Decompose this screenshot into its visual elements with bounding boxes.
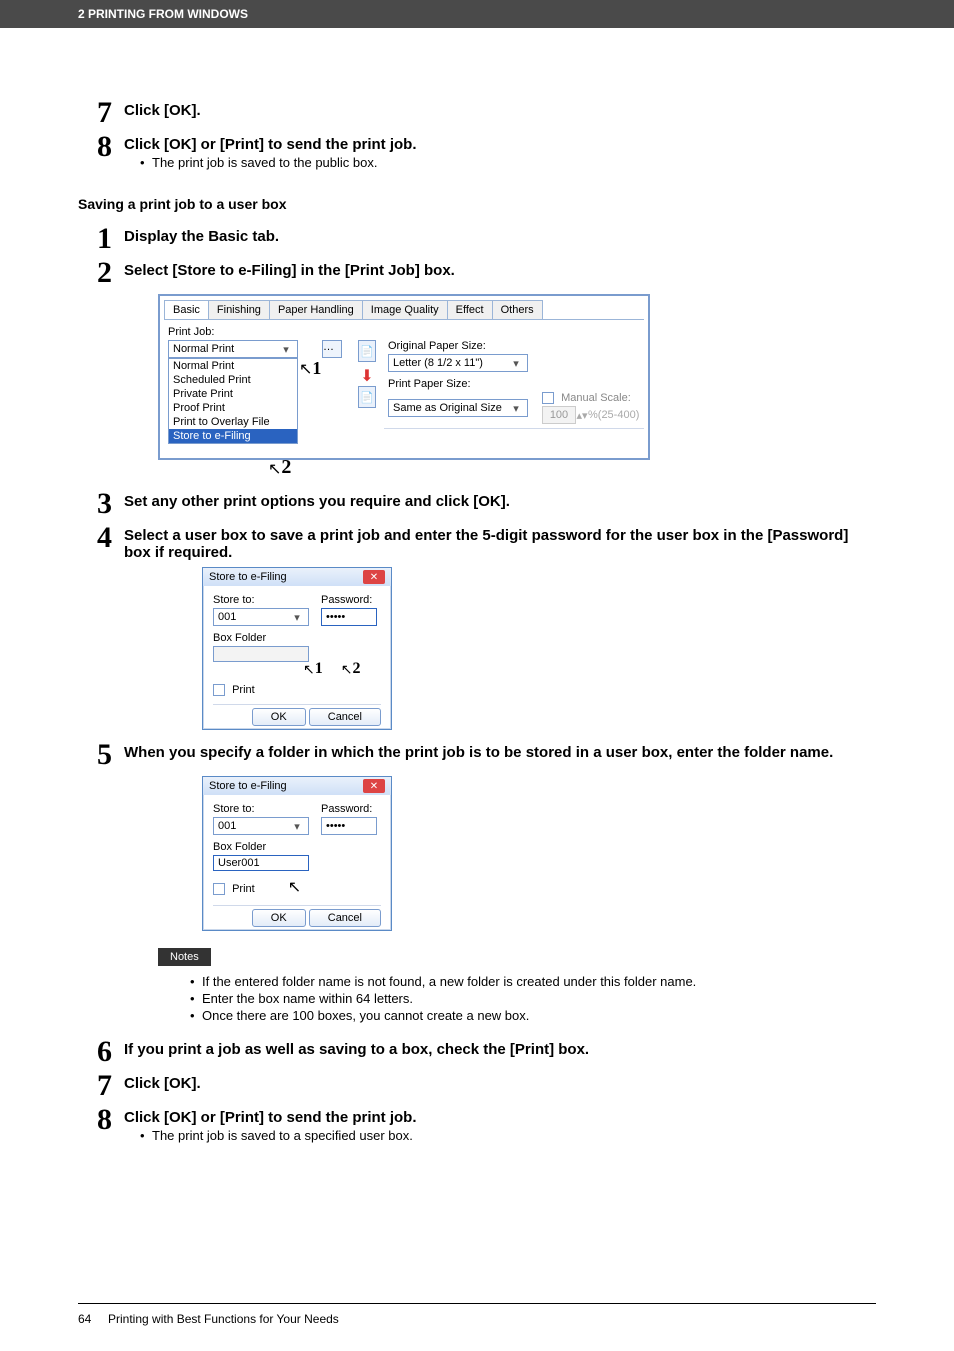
print-paper-size-label: Print Paper Size:	[388, 378, 640, 390]
chevron-down-icon: ▾	[279, 343, 293, 356]
callout-cursor-1: ↖1	[299, 358, 321, 379]
option-proof-print[interactable]: Proof Print	[169, 401, 297, 415]
step-number: 8	[78, 132, 112, 162]
callout-cursor-2: ↖2	[341, 660, 361, 678]
callout-cursor-2: ↖2	[268, 456, 876, 479]
box-folder-label: Box Folder	[213, 632, 381, 644]
chevron-down-icon: ▾	[509, 357, 523, 370]
note-item: •Enter the box name within 64 letters.	[190, 991, 876, 1006]
orientation-landscape-icon: 📄	[358, 386, 376, 408]
cancel-button[interactable]: Cancel	[309, 708, 381, 726]
step-title: When you specify a folder in which the p…	[124, 744, 876, 761]
print-job-combo[interactable]: Normal Print ▾	[168, 340, 298, 358]
password-input[interactable]: •••••	[321, 817, 377, 835]
step-title: Click [OK].	[124, 102, 876, 119]
print-checkbox-label: Print	[232, 684, 255, 696]
password-label: Password:	[321, 594, 381, 606]
page-footer: 64 Printing with Best Functions for Your…	[78, 1303, 876, 1326]
manual-scale-spinner[interactable]: 100	[542, 406, 576, 424]
step-number: 1	[78, 224, 112, 254]
notes-label: Notes	[158, 948, 211, 966]
tab-others[interactable]: Others	[492, 300, 543, 319]
tabs-row: Basic Finishing Paper Handling Image Qua…	[164, 300, 644, 320]
dialog-title: Store to e-Filing	[209, 780, 287, 792]
step-number: 6	[78, 1037, 112, 1067]
box-folder-input[interactable]: User001	[213, 855, 309, 871]
print-checkbox[interactable]	[213, 684, 225, 696]
step-number: 7	[78, 98, 112, 128]
step-title: Select [Store to e-Filing] in the [Print…	[124, 262, 876, 279]
section-heading: Saving a print job to a user box	[78, 196, 876, 212]
step-title: Set any other print options you require …	[124, 493, 876, 510]
tab-paper-handling[interactable]: Paper Handling	[269, 300, 363, 319]
store-efiling-dialog-step4: Store to e-Filing ✕ Store to: 001 ▾	[202, 567, 876, 730]
option-store-to-efiling[interactable]: Store to e-Filing	[169, 429, 297, 443]
option-normal-print[interactable]: Normal Print	[169, 359, 297, 373]
chevron-down-icon: ▾	[509, 402, 523, 415]
chapter-header: 2 PRINTING FROM WINDOWS	[0, 0, 954, 28]
original-paper-size-label: Original Paper Size:	[388, 340, 640, 352]
cancel-button[interactable]: Cancel	[309, 909, 381, 927]
print-paper-size-combo[interactable]: Same as Original Size ▾	[388, 399, 528, 417]
close-icon[interactable]: ✕	[363, 779, 385, 793]
step-number: 7	[78, 1071, 112, 1101]
step-number: 4	[78, 523, 112, 553]
chevron-down-icon: ▾	[290, 820, 304, 833]
tab-effect[interactable]: Effect	[447, 300, 493, 319]
callout-cursor-1: ↖1	[303, 660, 323, 678]
tab-finishing[interactable]: Finishing	[208, 300, 270, 319]
step-bullet: • The print job is saved to the public b…	[140, 155, 876, 170]
option-private-print[interactable]: Private Print	[169, 387, 297, 401]
dialog-title: Store to e-Filing	[209, 571, 287, 583]
step-title: Click [OK] or [Print] to send the print …	[124, 1109, 876, 1126]
step-title: Click [OK].	[124, 1075, 876, 1092]
step-title: Click [OK] or [Print] to send the print …	[124, 136, 876, 153]
step-bullet: • The print job is saved to a specified …	[140, 1128, 876, 1143]
chevron-down-icon: ▾	[290, 611, 304, 624]
store-efiling-dialog-step5: Store to e-Filing ✕ Store to: 001 ▾	[202, 776, 876, 931]
step-number: 8	[78, 1105, 112, 1135]
manual-scale-checkbox[interactable]	[542, 392, 554, 404]
password-label: Password:	[321, 803, 381, 815]
original-paper-size-combo[interactable]: Letter (8 1/2 x 11") ▾	[388, 354, 528, 372]
step-number: 3	[78, 489, 112, 519]
ok-button[interactable]: OK	[252, 909, 306, 927]
page-number: 64	[78, 1312, 108, 1326]
orientation-portrait-icon: 📄	[358, 340, 376, 362]
password-input[interactable]: •••••	[321, 608, 377, 626]
arrow-down-icon: ⬇	[358, 366, 376, 386]
step-title: Select a user box to save a print job an…	[124, 527, 876, 561]
store-to-combo[interactable]: 001 ▾	[213, 817, 309, 835]
ok-button[interactable]: OK	[252, 708, 306, 726]
footer-title: Printing with Best Functions for Your Ne…	[108, 1312, 339, 1326]
store-to-label: Store to:	[213, 594, 309, 606]
details-button[interactable]: …	[322, 340, 342, 358]
tab-image-quality[interactable]: Image Quality	[362, 300, 448, 319]
print-checkbox-label: Print	[232, 883, 255, 895]
store-to-combo[interactable]: 001 ▾	[213, 608, 309, 626]
step-number: 2	[78, 258, 112, 288]
tab-basic[interactable]: Basic	[164, 300, 209, 319]
close-icon[interactable]: ✕	[363, 570, 385, 584]
note-item: •If the entered folder name is not found…	[190, 974, 876, 989]
step-title: If you print a job as well as saving to …	[124, 1041, 876, 1058]
store-to-label: Store to:	[213, 803, 309, 815]
box-folder-label: Box Folder	[213, 841, 381, 853]
print-job-dropdown[interactable]: Normal Print Scheduled Print Private Pri…	[168, 358, 298, 444]
box-folder-input[interactable]	[213, 646, 309, 662]
print-job-label: Print Job:	[168, 326, 640, 338]
step-number: 5	[78, 740, 112, 770]
manual-scale-range: %(25-400)	[588, 409, 639, 421]
option-scheduled-print[interactable]: Scheduled Print	[169, 373, 297, 387]
step-title: Display the Basic tab.	[124, 228, 876, 245]
manual-scale-label: Manual Scale:	[561, 392, 631, 404]
print-dialog-screenshot: Basic Finishing Paper Handling Image Qua…	[158, 294, 876, 479]
cursor-icon: ↖	[288, 879, 301, 896]
note-item: •Once there are 100 boxes, you cannot cr…	[190, 1008, 876, 1023]
print-checkbox[interactable]	[213, 883, 225, 895]
option-print-to-overlay[interactable]: Print to Overlay File	[169, 415, 297, 429]
chapter-title: 2 PRINTING FROM WINDOWS	[78, 7, 248, 21]
